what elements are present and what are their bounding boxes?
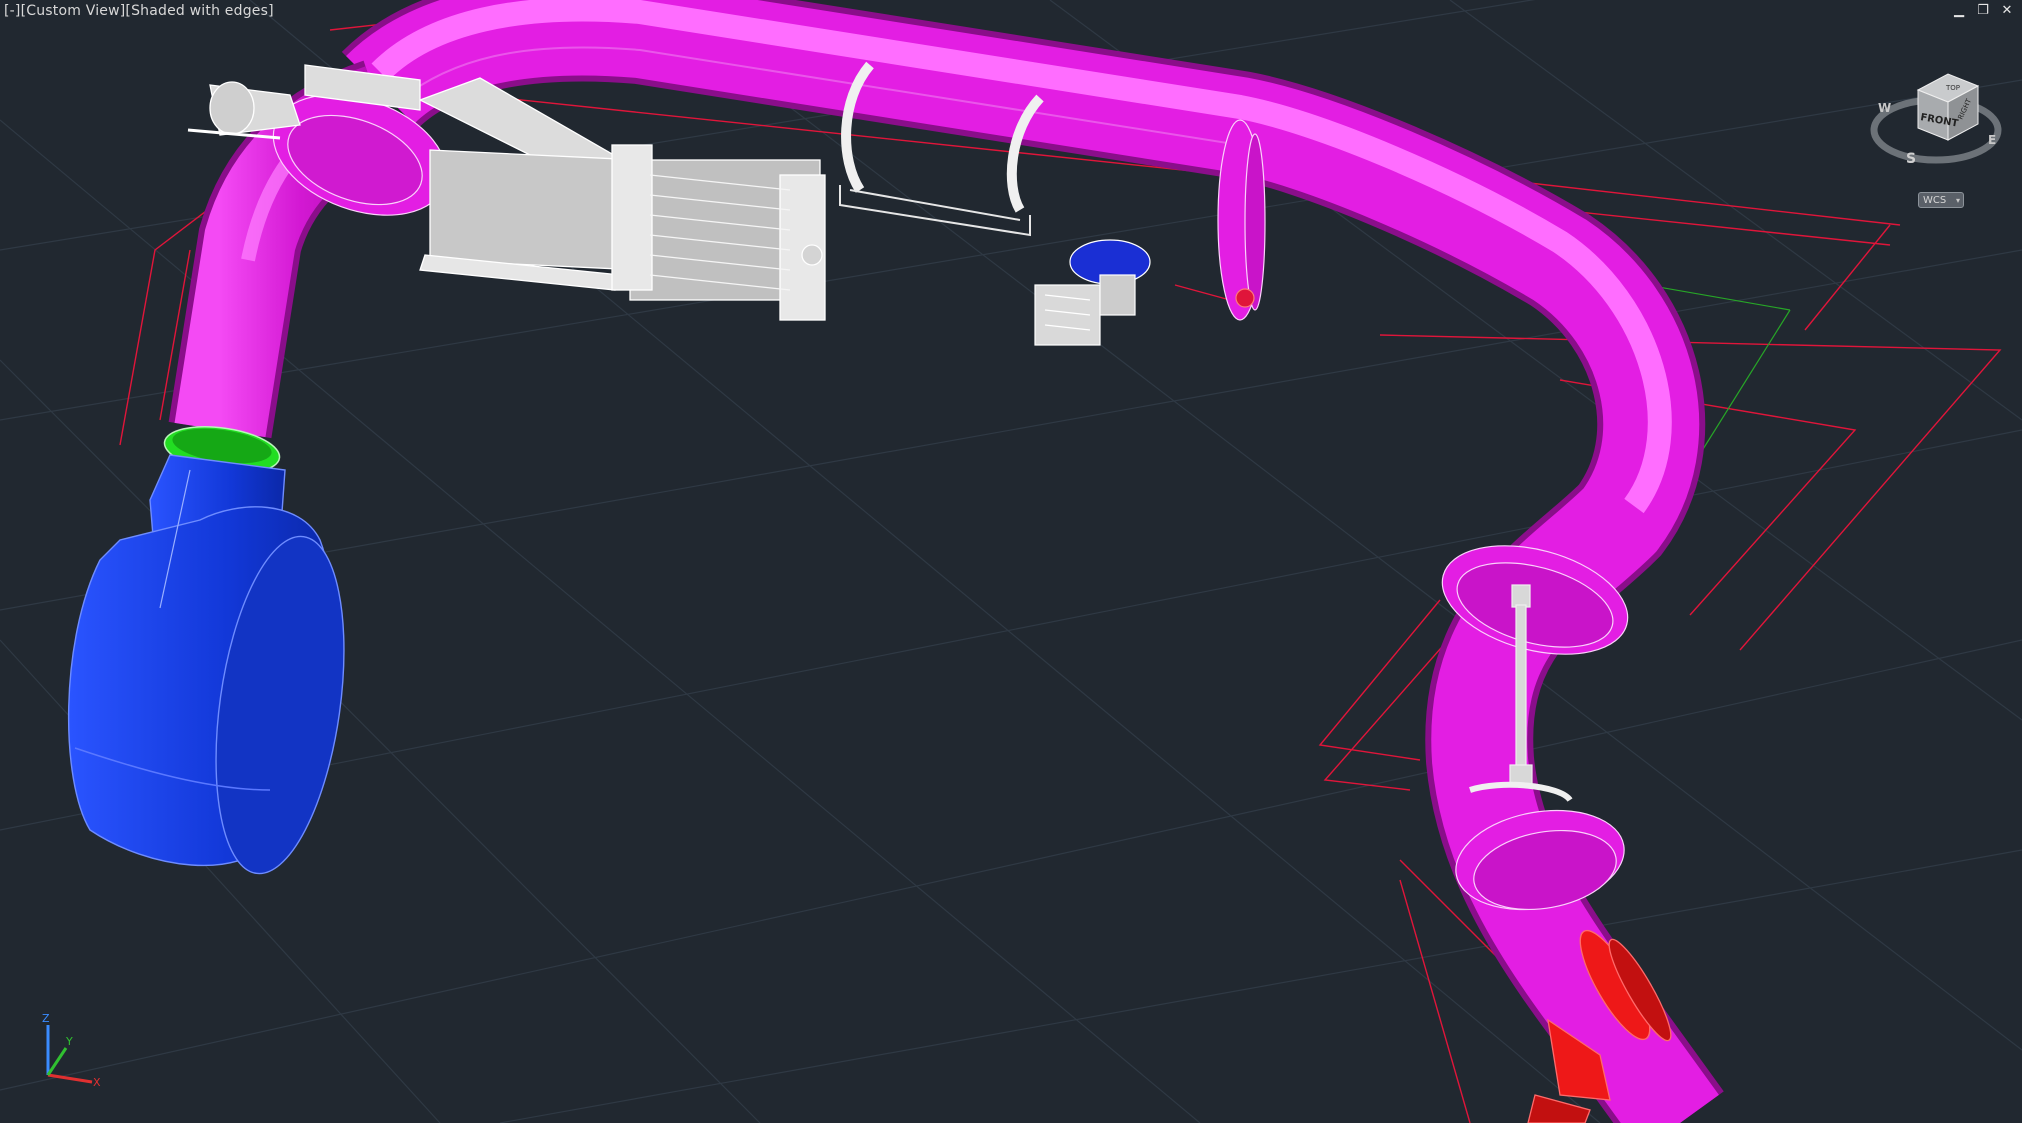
compass-south-label[interactable]: S <box>1906 151 1916 167</box>
drawing-viewport[interactable]: [-][Custom View][Shaded with edges] ▁ ❐ … <box>0 0 2022 1123</box>
ucs-x-axis <box>47 1073 93 1084</box>
compass-east-label[interactable]: E <box>1988 133 1996 147</box>
minimize-icon[interactable]: ▁ <box>1952 4 1966 18</box>
viewport-label: [-][Custom View][Shaded with edges] <box>4 3 274 19</box>
clamp-support-frame <box>839 185 1031 237</box>
ucs-icon: Z Y X <box>42 1012 101 1089</box>
close-icon[interactable]: ✕ <box>2000 4 2014 18</box>
ucs-y-label: Y <box>65 1035 73 1048</box>
viewcube-top-label: TOP <box>1945 84 1960 92</box>
viewcube[interactable]: TOP FRONT RIGHT W S E <box>1866 68 2006 178</box>
ucs-x-label: X <box>93 1076 101 1089</box>
chevron-down-icon: ▾ <box>1955 196 1960 205</box>
restore-icon[interactable]: ❐ <box>1976 4 1990 18</box>
viewport-controls-menu[interactable]: [-] <box>4 3 21 19</box>
compass-west-label[interactable]: W <box>1878 101 1891 115</box>
visual-style-menu[interactable]: [Shaded with edges] <box>125 3 273 19</box>
view-preset-menu[interactable]: [Custom View] <box>21 3 126 19</box>
blue-volute <box>67 454 345 875</box>
wcs-dropdown[interactable]: WCS ▾ <box>1918 192 1964 208</box>
wcs-label: WCS <box>1923 195 1947 206</box>
model-space[interactable] <box>0 0 2022 1123</box>
viewport-window-controls: ▁ ❐ ✕ <box>1952 4 2014 18</box>
ucs-y-axis <box>46 1047 68 1076</box>
ucs-z-label: Z <box>42 1012 50 1025</box>
